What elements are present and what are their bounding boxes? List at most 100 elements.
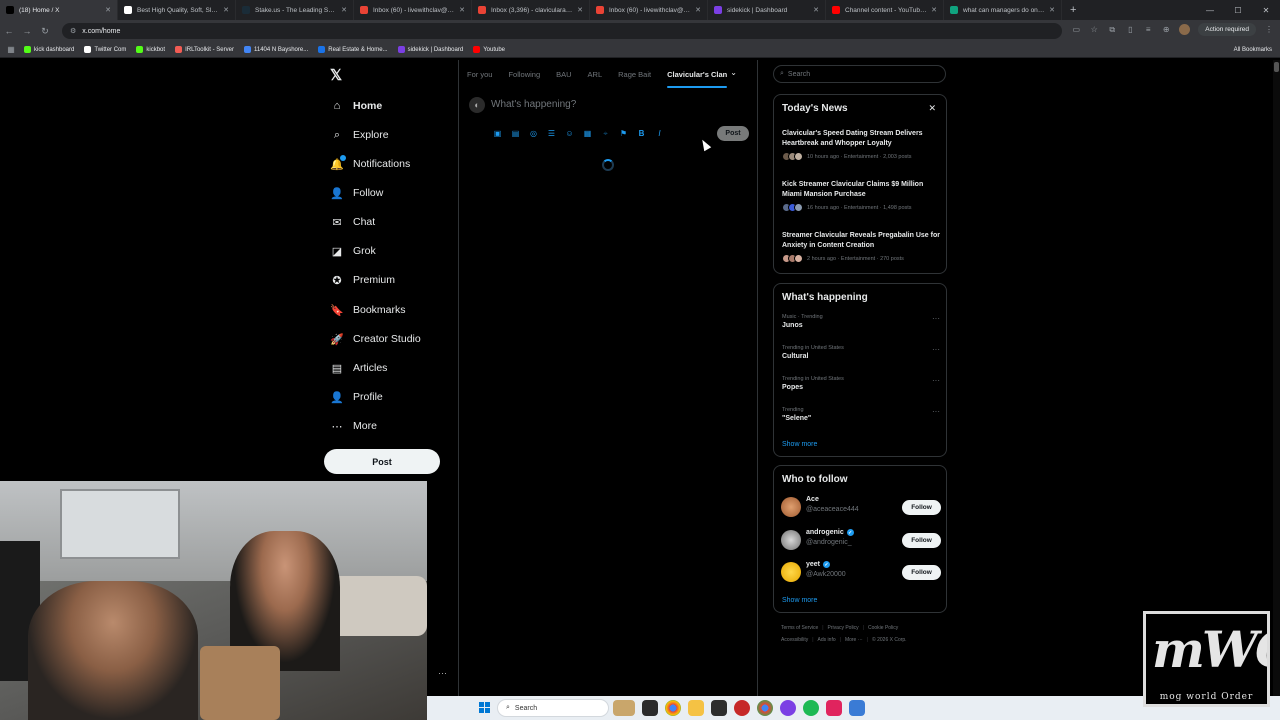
all-bookmarks-button[interactable]: All Bookmarks (1234, 47, 1272, 53)
nav-item-notifications[interactable]: 🔔 Notifications (330, 154, 410, 174)
close-icon[interactable]: ✕ (928, 103, 936, 114)
timeline-tab[interactable]: Clavicular's Clan (667, 60, 728, 88)
avatar[interactable] (781, 562, 801, 582)
reload-icon[interactable]: ↻ (36, 26, 54, 37)
follow-name[interactable]: yeet ✓ (806, 561, 831, 568)
chevron-down-icon[interactable]: ⌄ (730, 68, 737, 77)
news-item[interactable]: Kick Streamer Clavicular Claims $9 Milli… (782, 180, 942, 212)
minimize-icon[interactable]: — (1196, 6, 1224, 15)
kebab-menu-icon[interactable]: ⋮ (1264, 25, 1274, 35)
close-tab-icon[interactable]: ✕ (931, 6, 937, 14)
footer-link[interactable]: © 2026 X Corp. (872, 637, 907, 643)
browser-tab[interactable]: Channel content - YouTube Stu ✕ (826, 0, 944, 20)
widgets-icon[interactable] (613, 700, 635, 716)
star-icon[interactable]: ☆ (1089, 25, 1099, 35)
bookmark-item[interactable]: kick dashboard (24, 46, 74, 53)
bold-icon[interactable]: B (636, 128, 647, 139)
nav-item-home[interactable]: ⌂ Home (330, 96, 383, 116)
flag-icon[interactable]: ⚑ (618, 128, 629, 139)
compose-post-button[interactable]: Post (717, 126, 749, 141)
x-logo-icon[interactable]: 𝕏 (330, 66, 342, 84)
footer-link[interactable]: Accessibility (781, 637, 808, 643)
nav-item-follow[interactable]: 👤 Follow (330, 183, 383, 203)
location-icon[interactable]: ⌖ (600, 128, 611, 139)
timeline-tab[interactable]: For you (467, 60, 492, 88)
follow-button[interactable]: Follow (902, 533, 941, 548)
bookmark-item[interactable]: Youtube (473, 46, 505, 53)
trend-item[interactable]: Music · Trending Junos ··· (782, 314, 940, 329)
bookmark-item[interactable]: sidekick | Dashboard (397, 46, 463, 53)
close-tab-icon[interactable]: ✕ (1049, 6, 1055, 14)
search-input[interactable]: ⌕ Search (773, 65, 946, 83)
compose-input[interactable]: What's happening? (491, 99, 576, 110)
timeline-tab[interactable]: Following (508, 60, 540, 88)
bookmark-item[interactable]: 11404 N Bayshore... (243, 46, 308, 53)
schedule-icon[interactable]: ▦ (582, 128, 593, 139)
avatar[interactable] (781, 497, 801, 517)
extensions-icon[interactable]: ⧉ (1107, 25, 1117, 35)
maximize-icon[interactable]: ☐ (1224, 6, 1252, 15)
sidepanel-icon[interactable]: ▯ (1125, 25, 1135, 35)
trend-item[interactable]: Trending "Selene" ··· (782, 407, 940, 422)
overflow-dots-icon[interactable]: ⋯ (438, 668, 447, 679)
nav-item-creator-studio[interactable]: 🚀 Creator Studio (330, 329, 421, 349)
timeline-tab[interactable]: Rage Bait (618, 60, 651, 88)
browser-tab[interactable]: Inbox (60) - livewithclav@gmail ✕ (354, 0, 472, 20)
italic-icon[interactable]: I (654, 128, 665, 139)
app-icon-3[interactable] (826, 700, 842, 716)
follow-name[interactable]: androgenic ✓ (806, 529, 854, 536)
show-more-trends-link[interactable]: Show more (782, 441, 817, 448)
app-icon-2[interactable] (734, 700, 750, 716)
timeline-tab[interactable]: BAU (556, 60, 571, 88)
more-options-icon[interactable]: ··· (932, 376, 940, 385)
url-input[interactable]: ⚙ x.com/home (62, 23, 1062, 39)
compose-avatar[interactable]: ◐ (469, 97, 485, 113)
taskbar-search-input[interactable]: ⌕ Search (497, 699, 609, 717)
close-tab-icon[interactable]: ✕ (105, 6, 111, 14)
browser-tab[interactable]: Stake.us - The Leading Social C ✕ (236, 0, 354, 20)
footer-link[interactable]: Ads info (818, 637, 836, 643)
menu-extra-icon[interactable]: ≡ (1143, 25, 1153, 35)
news-item[interactable]: Clavicular's Speed Dating Stream Deliver… (782, 129, 942, 161)
nav-item-explore[interactable]: ⌕ Explore (330, 125, 389, 145)
chrome-alt-icon[interactable] (757, 700, 773, 716)
chrome-taskbar-icon[interactable] (665, 700, 681, 716)
nav-item-more[interactable]: ⋯ More (330, 416, 377, 436)
new-tab-button[interactable]: + (1070, 4, 1076, 16)
footer-link[interactable]: Cookie Policy (868, 625, 898, 631)
close-tab-icon[interactable]: ✕ (223, 6, 229, 14)
trend-item[interactable]: Trending in United States Cultural ··· (782, 345, 940, 360)
cast-icon[interactable]: ▭ (1071, 25, 1081, 35)
back-icon[interactable]: ← (0, 26, 18, 36)
more-options-icon[interactable]: ··· (932, 345, 940, 354)
page-scrollbar[interactable] (1273, 60, 1280, 696)
footer-link[interactable]: Terms of Service (781, 625, 818, 631)
scrollbar-thumb[interactable] (1274, 62, 1279, 72)
browser-tab[interactable]: Inbox (3,396) - clavicularalt@gm ✕ (472, 0, 590, 20)
close-tab-icon[interactable]: ✕ (813, 6, 819, 14)
media-icon[interactable]: ▣ (492, 128, 503, 139)
more-options-icon[interactable]: ··· (932, 314, 940, 323)
footer-link[interactable]: More ··· (845, 637, 863, 643)
close-window-icon[interactable]: ✕ (1252, 6, 1280, 15)
notes-icon[interactable] (849, 700, 865, 716)
browser-tab[interactable]: what can managers do on my ✕ (944, 0, 1062, 20)
bookmark-item[interactable]: IRLToolkit - Server (175, 46, 234, 53)
post-button[interactable]: Post (324, 449, 440, 474)
file-explorer-icon[interactable] (688, 700, 704, 716)
close-tab-icon[interactable]: ✕ (695, 6, 701, 14)
apps-icon[interactable]: ▦ (6, 45, 16, 55)
nav-item-chat[interactable]: ✉ Chat (330, 212, 375, 232)
bookmark-item[interactable]: Real Estate & Home... (318, 46, 388, 53)
more-options-icon[interactable]: ··· (932, 407, 940, 416)
close-tab-icon[interactable]: ✕ (459, 6, 465, 14)
avatar[interactable] (781, 530, 801, 550)
follow-button[interactable]: Follow (902, 565, 941, 580)
close-tab-icon[interactable]: ✕ (577, 6, 583, 14)
nav-item-profile[interactable]: 👤 Profile (330, 387, 383, 407)
follow-name[interactable]: Ace (806, 496, 819, 503)
emoji-icon[interactable]: ☺ (564, 128, 575, 139)
obs-icon[interactable] (780, 700, 796, 716)
browser-tab[interactable]: Inbox (60) - livewithclav@gmail ✕ (590, 0, 708, 20)
app-icon-1[interactable] (711, 700, 727, 716)
